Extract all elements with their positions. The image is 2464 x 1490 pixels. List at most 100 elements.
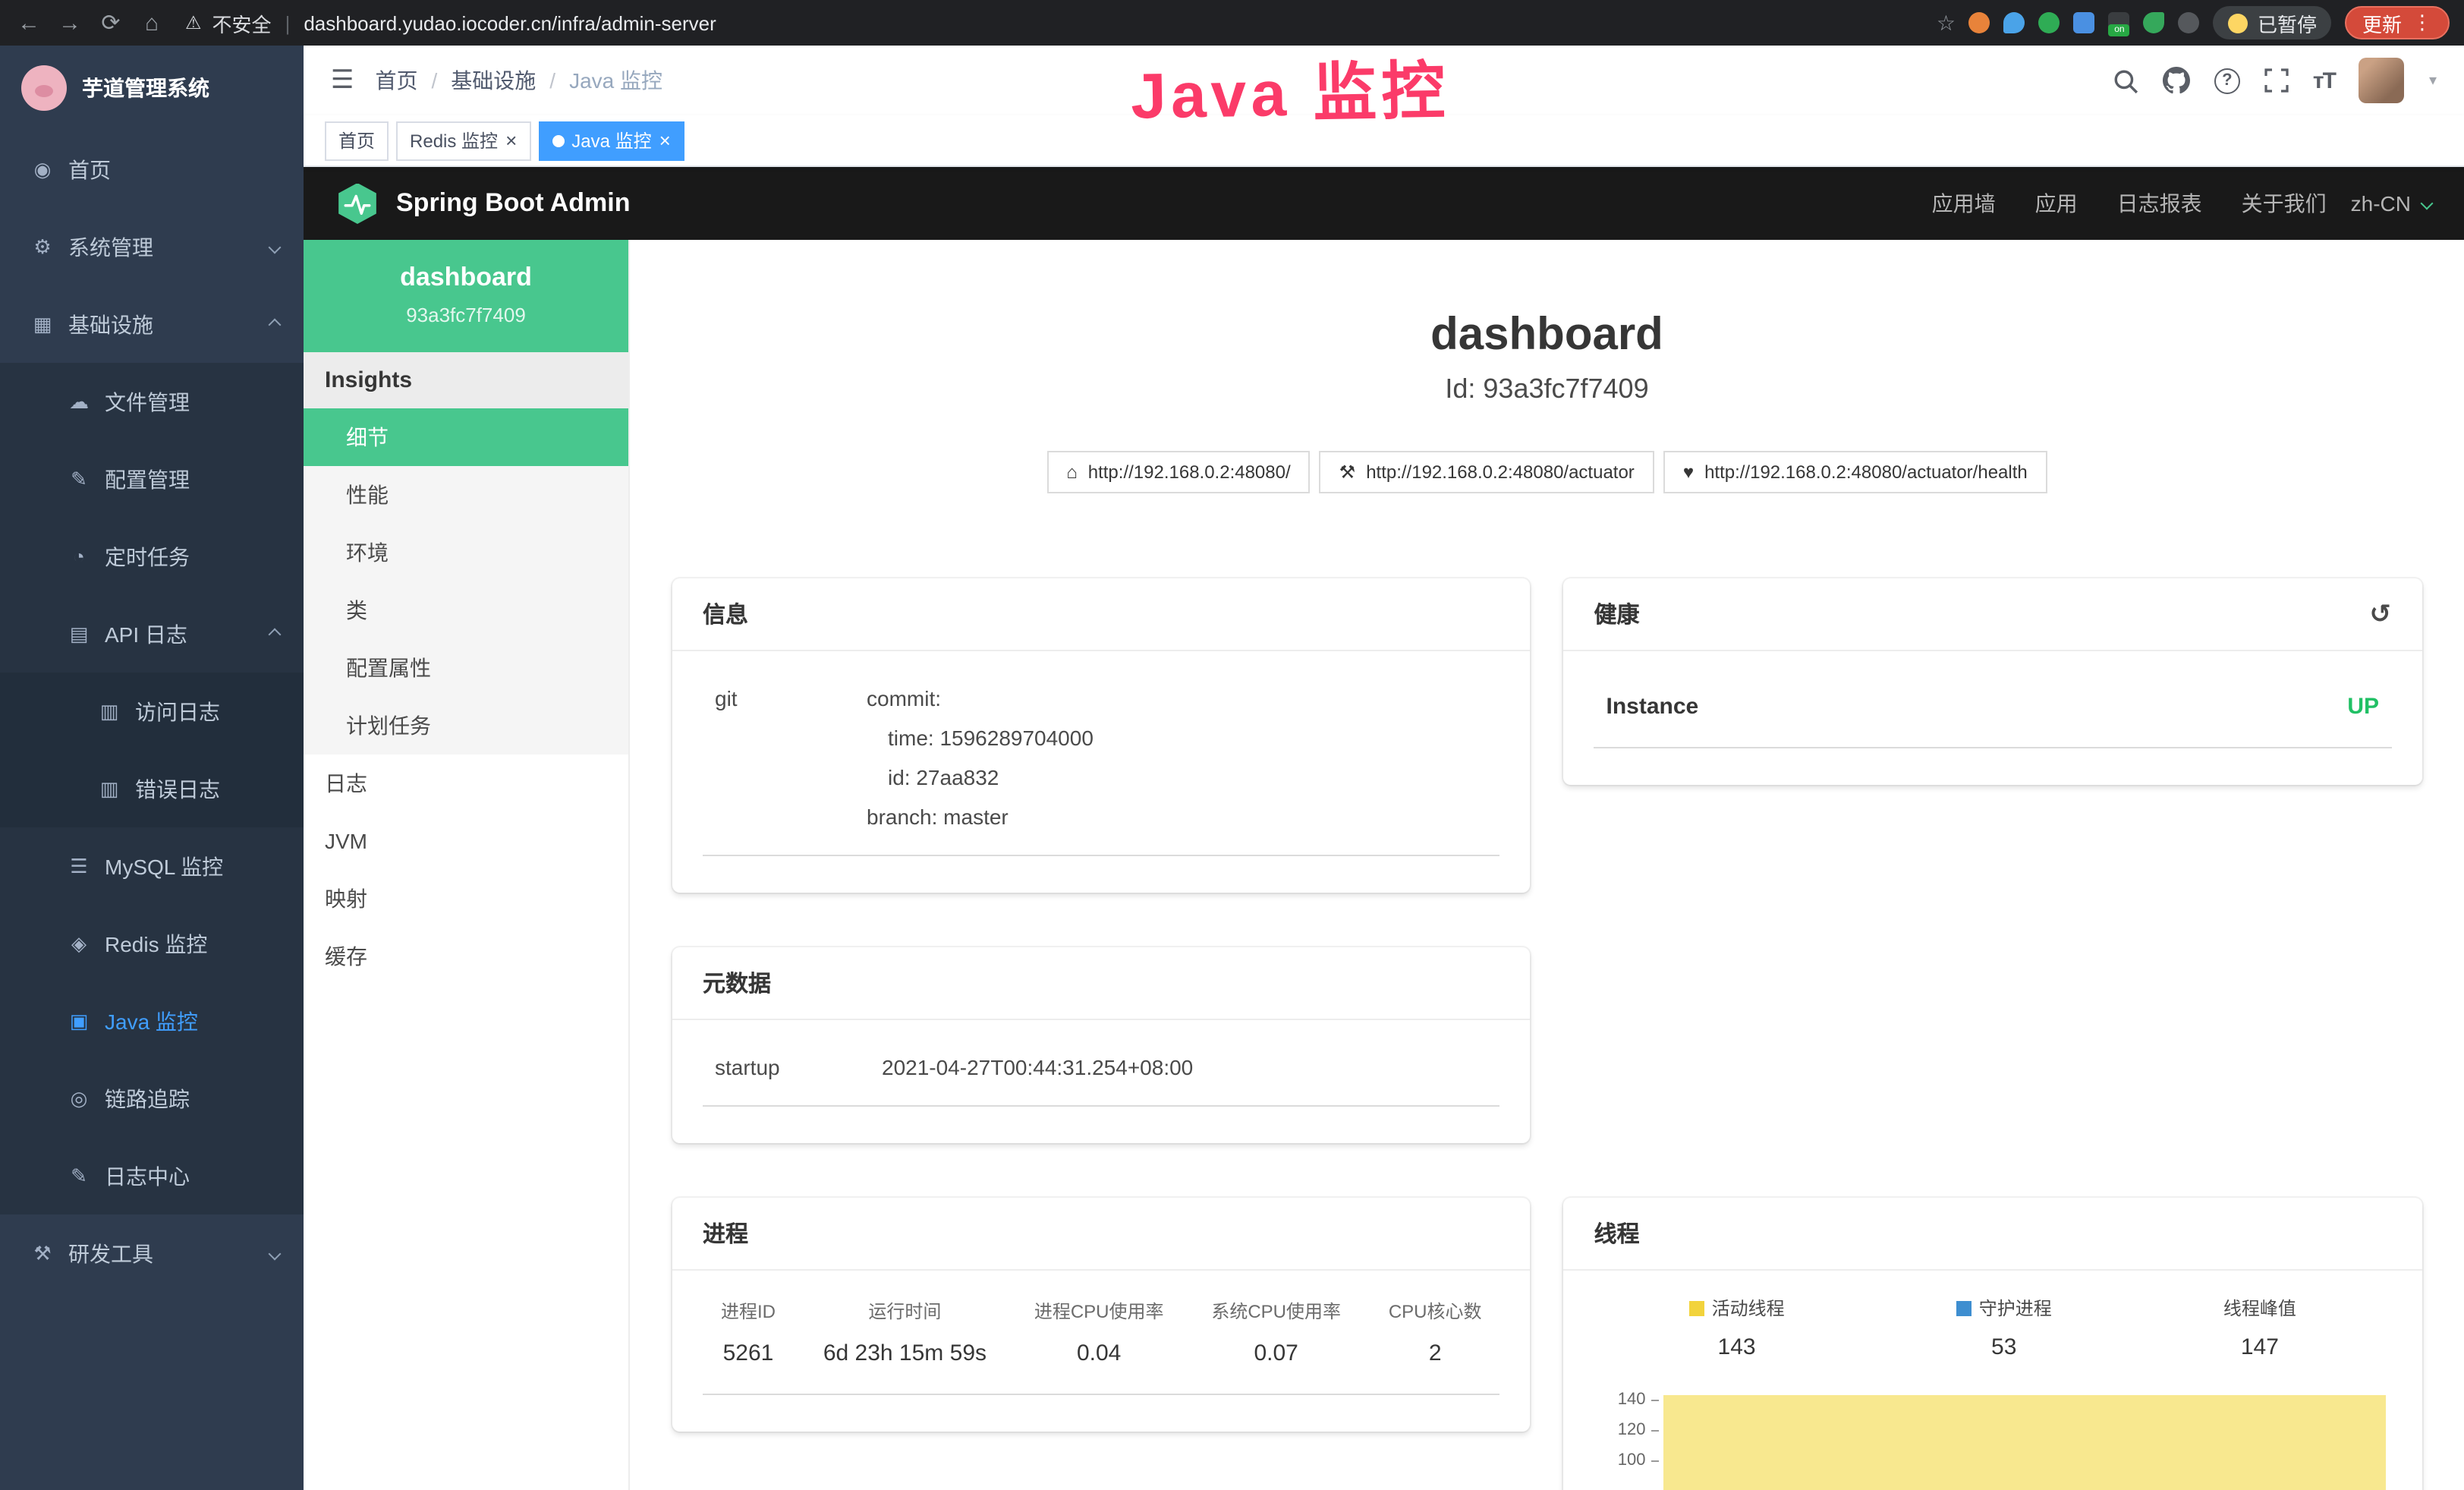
sba-sidebar-item[interactable]: 细节 xyxy=(304,408,628,466)
sidebar-item[interactable]: ☁文件管理 xyxy=(0,363,304,440)
app-main: ☰ 首页/基础设施/Java 监控 ? тT ▾ xyxy=(304,46,2464,1490)
trace-icon: ◎ xyxy=(67,1086,91,1110)
extension-icon[interactable] xyxy=(2039,12,2060,33)
sba-nav-item[interactable]: 应用墙 xyxy=(1932,188,1996,219)
extension-icon[interactable] xyxy=(2004,12,2025,33)
sba-nav-item[interactable]: 应用 xyxy=(2035,188,2078,219)
sba-nav-item[interactable]: 日志报表 xyxy=(2117,188,2202,219)
sba-sidebar-item[interactable]: 计划任务 xyxy=(304,697,628,754)
y-tick-mark xyxy=(1652,1400,1660,1401)
spring-boot-admin-logo-icon xyxy=(337,183,378,224)
fullscreen-icon[interactable] xyxy=(2264,68,2289,93)
sidebar-item[interactable]: ◈Redis 监控 xyxy=(0,905,304,982)
sidebar-item[interactable]: ⚒研发工具 xyxy=(0,1214,304,1292)
tab-label: 首页 xyxy=(338,128,375,153)
sidebar-item-label: Java 监控 xyxy=(105,1006,198,1036)
legend-swatch xyxy=(1956,1300,1972,1315)
clock-icon: ◔ xyxy=(67,545,91,568)
instance-block[interactable]: dashboard 93a3fc7f7409 xyxy=(304,240,628,352)
sidebar-item[interactable]: ▣Java 监控 xyxy=(0,982,304,1060)
tabs-bar: 首页 Redis 监控×Java 监控× xyxy=(304,115,2464,167)
sidebar-item[interactable]: ▦基础设施 xyxy=(0,285,304,363)
back-icon[interactable]: ← xyxy=(15,10,42,36)
sba-sidebar-item[interactable]: JVM xyxy=(304,812,628,870)
help-icon[interactable]: ? xyxy=(2214,68,2240,93)
sba-nav-item[interactable]: 关于我们 xyxy=(2242,188,2327,219)
sba-sidebar: dashboard 93a3fc7f7409 Insights 细节性能环境类配… xyxy=(304,240,630,1490)
tab-首页[interactable]: 首页 xyxy=(325,121,389,160)
sba-sidebar-item[interactable]: 缓存 xyxy=(304,928,628,985)
chrome-update-button[interactable]: 更新 ⋮ xyxy=(2346,6,2449,39)
sidebar-item[interactable]: ◎链路追踪 xyxy=(0,1060,304,1137)
process-metric: 进程CPU使用率 0.04 xyxy=(1025,1298,1173,1366)
process-columns: 进程ID5261运行时间6d 23h 15m 59s进程CPU使用率0.04系统… xyxy=(703,1283,1500,1395)
extension-icon[interactable] xyxy=(2179,12,2200,33)
close-icon[interactable]: × xyxy=(505,131,517,150)
doc-icon: ▥ xyxy=(97,777,121,801)
search-icon[interactable] xyxy=(2113,68,2138,93)
tab-Redis 监控[interactable]: Redis 监控× xyxy=(396,121,530,160)
forward-icon[interactable]: → xyxy=(56,10,83,36)
history-icon[interactable]: ↺ xyxy=(2370,599,2392,629)
extension-icon[interactable] xyxy=(2144,12,2165,33)
sba-sidebar-item[interactable]: 类 xyxy=(304,581,628,639)
reload-icon[interactable]: ⟳ xyxy=(97,9,124,36)
home-icon[interactable]: ⌂ xyxy=(138,10,165,36)
sidebar-item-label: Redis 监控 xyxy=(105,928,207,959)
locale-select[interactable]: zh-CN xyxy=(2351,191,2431,216)
user-avatar[interactable] xyxy=(2359,58,2405,103)
sidebar-item[interactable]: ⚙系统管理 xyxy=(0,208,304,285)
header-actions: ? тT ▾ xyxy=(2113,58,2437,103)
sba-sidebar-item[interactable]: 日志 xyxy=(304,754,628,812)
font-size-icon[interactable]: тT xyxy=(2313,68,2335,93)
metric-label: 进程CPU使用率 xyxy=(1034,1298,1164,1324)
threads-card: 线程 活动线程143守护进程53线程峰值147 140120100 xyxy=(1564,1198,2422,1490)
kebab-menu-icon[interactable]: ⋮ xyxy=(2412,11,2432,35)
instance-link[interactable]: ⌂http://192.168.0.2:48080/ xyxy=(1046,451,1310,493)
sidebar-item[interactable]: ✎配置管理 xyxy=(0,440,304,518)
info-line: branch: master xyxy=(867,797,1488,836)
sba-brand[interactable]: Spring Boot Admin xyxy=(396,188,631,219)
sba-sidebar-item[interactable]: 配置属性 xyxy=(304,639,628,697)
info-key: git xyxy=(715,679,867,836)
sidebar-item[interactable]: ▥访问日志 xyxy=(0,673,304,750)
app-logo[interactable]: 芋道管理系统 xyxy=(0,46,304,131)
breadcrumb-item[interactable]: 基础设施 xyxy=(451,65,536,96)
extension-icon[interactable]: on xyxy=(2109,12,2130,33)
status-badge: UP xyxy=(2347,694,2379,720)
sidebar-item[interactable]: ◉首页 xyxy=(0,131,304,208)
sidebar-item[interactable]: ✎日志中心 xyxy=(0,1137,304,1214)
edit-icon: ✎ xyxy=(67,467,91,491)
sidebar-item[interactable]: ▤API 日志 xyxy=(0,595,304,673)
breadcrumb-separator: / xyxy=(432,68,438,93)
legend-value: 53 xyxy=(1956,1334,2052,1360)
sidebar-item[interactable]: ◔定时任务 xyxy=(0,518,304,595)
instance-link[interactable]: ⚒http://192.168.0.2:48080/actuator xyxy=(1320,451,1654,493)
security-label[interactable]: 不安全 xyxy=(212,8,272,37)
tab-Java 监控[interactable]: Java 监控× xyxy=(538,121,684,160)
address-bar[interactable]: ⚠ 不安全 | dashboard.yudao.iocoder.cn/infra… xyxy=(179,8,1923,37)
profile-paused-badge[interactable]: 已暂停 xyxy=(2214,6,2332,39)
threads-legend: 活动线程143守护进程53线程峰值147 xyxy=(1594,1283,2392,1360)
instance-link[interactable]: ♥http://192.168.0.2:48080/actuator/healt… xyxy=(1663,451,2047,493)
breadcrumb-item[interactable]: 首页 xyxy=(376,65,418,96)
close-icon[interactable]: × xyxy=(659,131,671,150)
extension-icon[interactable] xyxy=(2074,12,2095,33)
link-url: http://192.168.0.2:48080/actuator xyxy=(1366,461,1635,483)
sba-sidebar-item[interactable]: 性能 xyxy=(304,466,628,524)
hamburger-icon[interactable]: ☰ xyxy=(331,65,354,96)
legend-item: 线程峰值147 xyxy=(2223,1295,2296,1360)
metric-value: 0.04 xyxy=(1034,1340,1164,1366)
extension-icon[interactable] xyxy=(1969,12,1990,33)
sidebar-item[interactable]: ▥错误日志 xyxy=(0,750,304,827)
info-lines: commit:time: 1596289704000id: 27aa832bra… xyxy=(867,679,1488,836)
github-icon[interactable] xyxy=(2163,67,2190,94)
legend-label: 线程峰值 xyxy=(2223,1295,2296,1321)
link-url: http://192.168.0.2:48080/ xyxy=(1088,461,1291,483)
bookmark-star-icon[interactable]: ☆ xyxy=(1937,10,1956,36)
sidebar-item[interactable]: ☰MySQL 监控 xyxy=(0,827,304,905)
sba-sidebar-item[interactable]: 环境 xyxy=(304,524,628,581)
url-text[interactable]: dashboard.yudao.iocoder.cn/infra/admin-s… xyxy=(304,11,716,34)
sba-sidebar-item[interactable]: 映射 xyxy=(304,870,628,928)
caret-down-icon[interactable]: ▾ xyxy=(2429,72,2437,89)
